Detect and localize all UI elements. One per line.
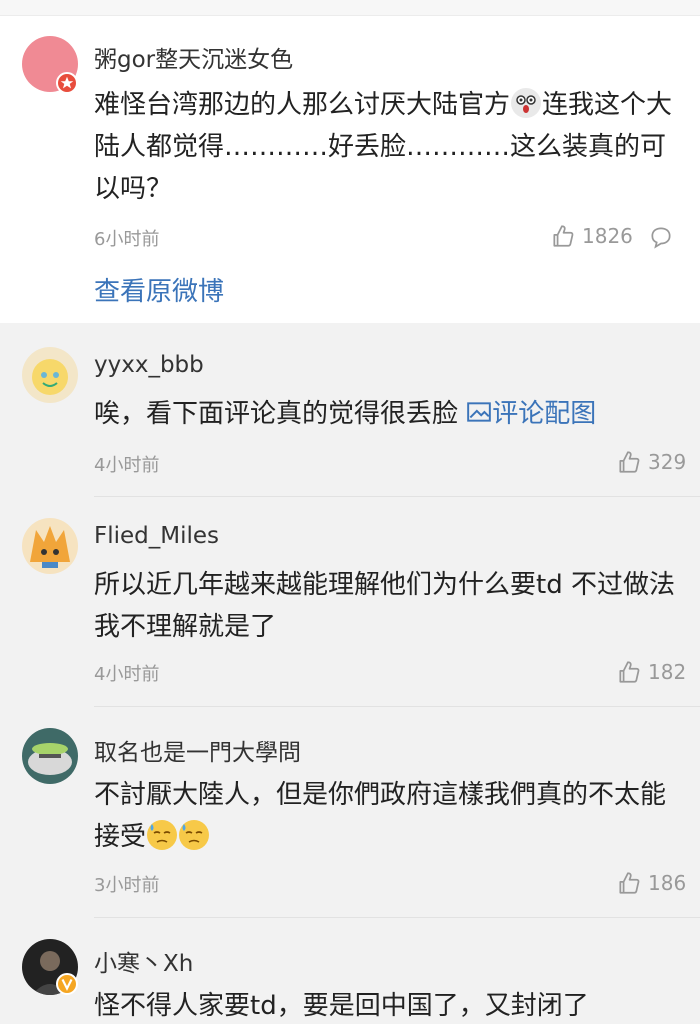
- like-button[interactable]: 186: [616, 870, 686, 896]
- timestamp: 3小时前: [94, 875, 160, 896]
- username[interactable]: 小寒丶Xh: [94, 944, 193, 978]
- comment-text: 难怪台湾那边的人那么讨厌大陆官方 连我这个大陆人都觉得…………好丢脸…………这么…: [94, 84, 679, 210]
- verified-badge-icon: [56, 973, 78, 995]
- view-original-post-link[interactable]: 查看原微博: [94, 271, 224, 308]
- comment-bubble-icon: [651, 227, 671, 249]
- like-count: 329: [648, 450, 687, 474]
- avatar[interactable]: [22, 518, 78, 574]
- comment-text-part-1: 难怪台湾那边的人那么讨厌大陆官方: [94, 90, 511, 120]
- sweat-emoji-icon: [179, 820, 210, 850]
- thumbs-up-icon: [553, 225, 574, 247]
- shocked-emoji-icon: [511, 88, 542, 118]
- thumbs-up-icon: [619, 872, 640, 894]
- like-count: 182: [648, 660, 687, 684]
- avatar[interactable]: [22, 347, 78, 403]
- thumbs-up-icon: [619, 661, 640, 683]
- username[interactable]: yyxx_bbb: [94, 352, 204, 378]
- image-icon: [467, 402, 492, 422]
- reply-text: 怪不得人家要td，要是回中国了，又封闭了: [94, 991, 589, 1021]
- thumbs-up-icon: [619, 451, 640, 473]
- sweat-emoji-icon: [147, 820, 178, 850]
- reply-text-content: 唉，看下面评论真的觉得很丢脸: [94, 399, 459, 429]
- main-comment: 粥gor整天沉迷女色 难怪台湾那边的人那么讨厌大陆官方 连我这个大陆人都觉得………: [0, 16, 700, 323]
- divider: [94, 917, 700, 918]
- verified-badge-icon: [56, 72, 78, 94]
- comment-image-link-label: 评论配图: [492, 399, 597, 429]
- comment-image-link[interactable]: 评论配图: [466, 399, 596, 429]
- top-strip: [0, 0, 700, 16]
- username[interactable]: Flied_Miles: [94, 523, 219, 549]
- timestamp: 4小时前: [94, 455, 160, 476]
- timestamp: 6小时前: [94, 229, 160, 250]
- username[interactable]: 粥gor整天沉迷女色: [94, 40, 293, 74]
- like-button[interactable]: 182: [616, 659, 686, 685]
- divider: [94, 496, 700, 497]
- reply-text: 所以近几年越来越能理解他们为什么要td 不过做法我不理解就是了: [94, 570, 675, 642]
- divider: [94, 706, 700, 707]
- like-count: 186: [648, 871, 687, 895]
- reply-text: 不討厭大陸人，但是你們政府這樣我們真的不太能接受: [94, 774, 679, 858]
- avatar[interactable]: [22, 728, 78, 784]
- like-button[interactable]: 329: [616, 449, 686, 475]
- replies-list: yyxx_bbb 唉，看下面评论真的觉得很丢脸 评论配图 4小时前 329 Fl…: [0, 323, 700, 1024]
- like-count: 1826: [582, 224, 633, 248]
- username[interactable]: 取名也是一門大學問: [94, 733, 301, 767]
- timestamp: 4小时前: [94, 664, 160, 685]
- like-button[interactable]: 1826: [550, 223, 633, 249]
- reply-text: 唉，看下面评论真的觉得很丢脸 评论配图: [94, 393, 679, 435]
- comment-button[interactable]: [648, 224, 674, 254]
